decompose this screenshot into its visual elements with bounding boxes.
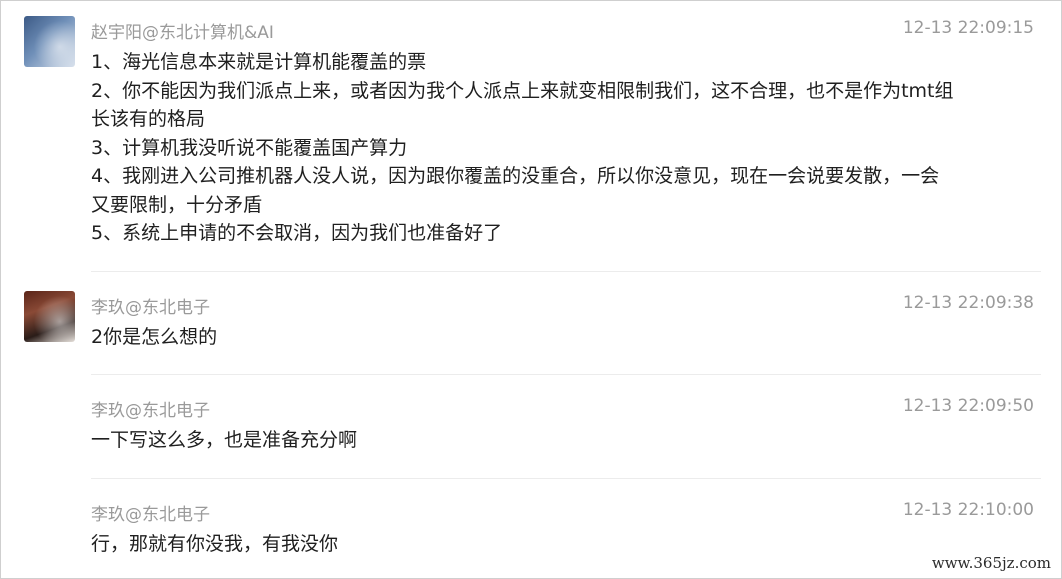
message-timestamp: 12-13 22:09:15 <box>902 18 1034 38</box>
message-divider <box>91 478 1041 479</box>
message-content: 1、海光信息本来就是计算机能覆盖的票 2、你不能因为我们派点上来，或者因为我个人… <box>91 48 1041 248</box>
avatar-icon[interactable] <box>24 291 75 342</box>
message-content: 一下写这么多，也是准备充分啊 <box>91 426 1041 455</box>
message-line: 1、海光信息本来就是计算机能覆盖的票 <box>91 51 427 73</box>
message-timestamp: 12-13 22:09:38 <box>902 293 1034 313</box>
message-line: 2、你不能因为我们派点上来，或者因为我个人派点上来就变相限制我们，这不合理，也不… <box>91 79 954 102</box>
message-line: 一下写这么多，也是准备充分啊 <box>91 429 358 451</box>
message-line: 4、我刚进入公司推机器人没人说，因为跟你覆盖的没重合，所以你没意见，现在一会说要… <box>91 165 940 187</box>
site-watermark: www.365jz.com <box>928 553 1054 573</box>
message-line: 行，那就有你没我，有我没你 <box>91 533 339 555</box>
message-line: 5、系统上申请的不会取消，因为我们也准备好了 <box>91 222 503 244</box>
message-line: 2你是怎么想的 <box>91 326 218 348</box>
chat-window: 赵宇阳@东北计算机&AI 12-13 22:09:15 1、海光信息本来就是计算… <box>0 0 1062 579</box>
message-content: 2你是怎么想的 <box>91 323 1041 352</box>
message-divider <box>91 374 1041 375</box>
message-content: 行，那就有你没我，有我没你 <box>91 530 1041 559</box>
message-divider <box>91 271 1041 272</box>
message-line: 又要限制，十分矛盾 <box>91 193 263 216</box>
avatar-icon[interactable] <box>24 16 75 67</box>
sender-name[interactable]: 李玖@东北电子 <box>91 293 210 318</box>
sender-name[interactable]: 赵宇阳@东北计算机&AI <box>91 18 274 43</box>
sender-name[interactable]: 李玖@东北电子 <box>91 396 210 421</box>
message-line: 长该有的格局 <box>91 108 206 130</box>
message-timestamp: 12-13 22:09:50 <box>902 396 1034 416</box>
message-timestamp: 12-13 22:10:00 <box>902 500 1034 520</box>
message-line: 3、计算机我没听说不能覆盖国产算力 <box>91 136 408 159</box>
sender-name[interactable]: 李玖@东北电子 <box>91 500 210 525</box>
